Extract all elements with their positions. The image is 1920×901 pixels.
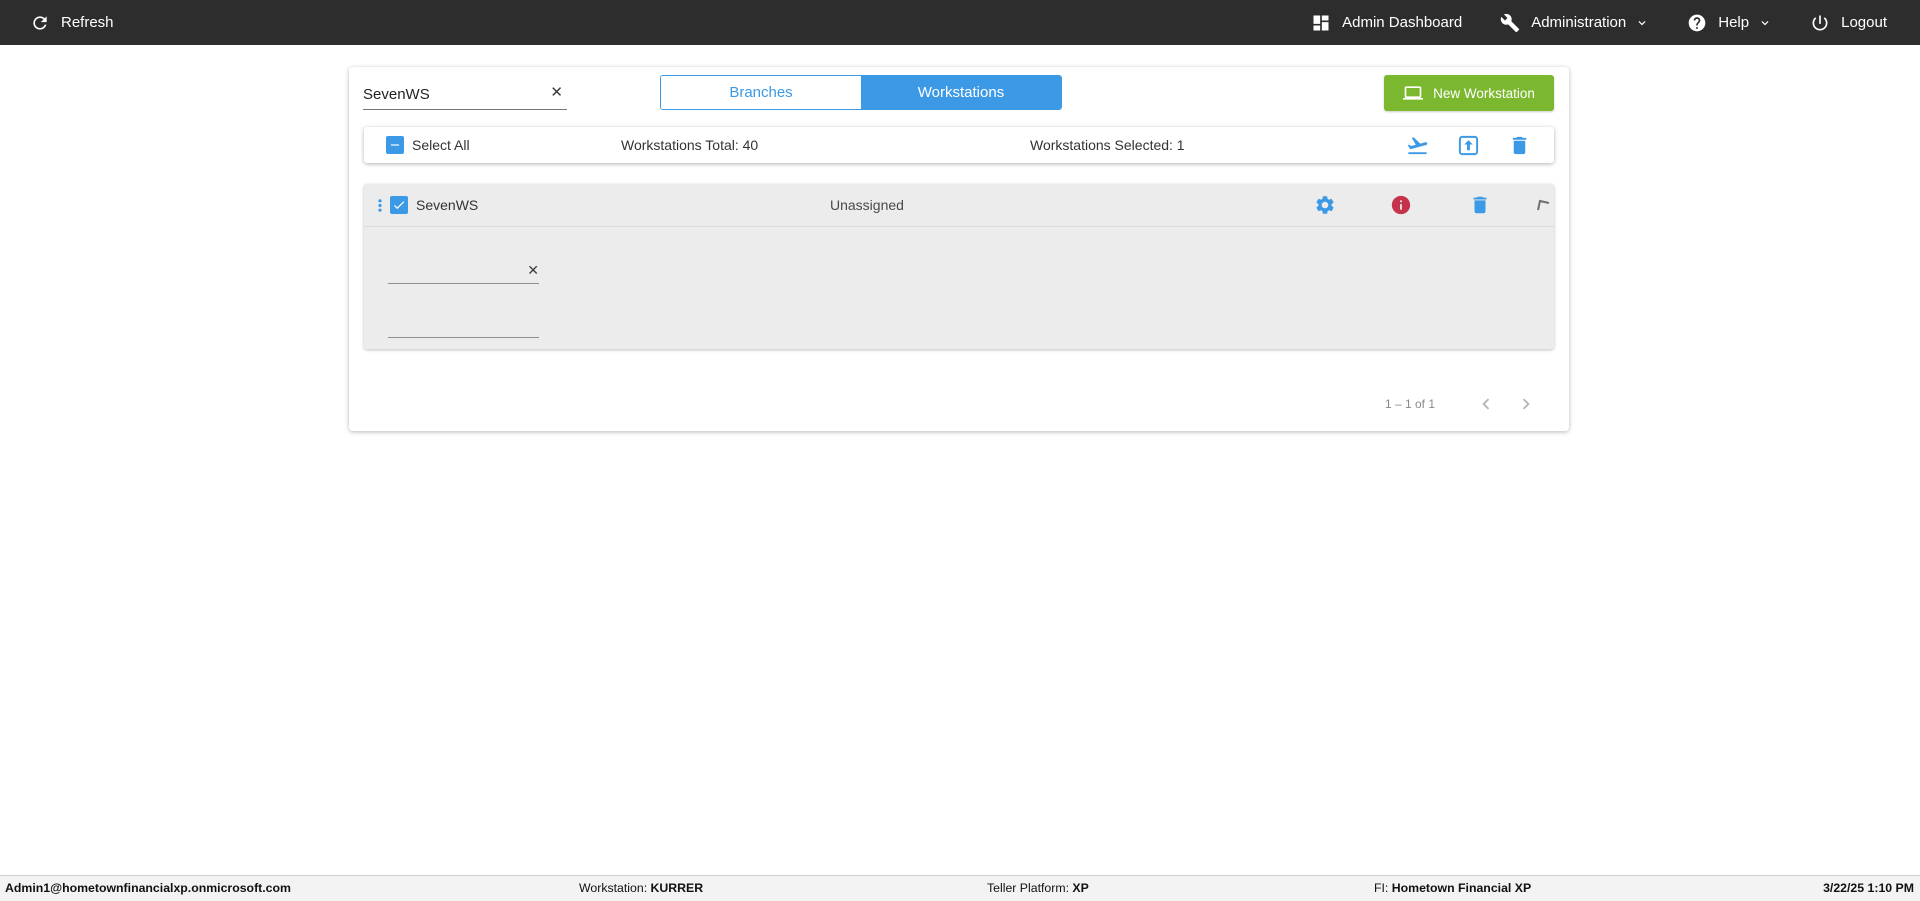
workstation-field-1-input[interactable] xyxy=(388,248,518,282)
search-field: ✕ xyxy=(363,80,567,110)
workstation-status-value: KURRER xyxy=(650,881,704,895)
workstation-assignment: Unassigned xyxy=(830,197,904,213)
previous-page-icon[interactable] xyxy=(1475,393,1497,415)
help-icon xyxy=(1687,13,1707,33)
workstation-row: SevenWS Unassigned xyxy=(364,184,1554,227)
status-bar: Admin1@hometownfinancialxp.onmicrosoft.c… xyxy=(0,875,1920,901)
chevron-down-icon xyxy=(1635,16,1649,30)
datetime-display: 3/22/25 1:10 PM xyxy=(1823,881,1914,895)
pagination-range-label: 1 – 1 of 1 xyxy=(1384,397,1435,411)
selection-toolbar: Select All Workstations Total: 40 Workst… xyxy=(364,127,1554,163)
fi-label: FI: xyxy=(1374,881,1392,895)
logout-button[interactable]: Logout xyxy=(1810,13,1887,33)
administration-label: Administration xyxy=(1531,14,1627,31)
wrench-icon xyxy=(1500,13,1520,33)
pagination: 1 – 1 of 1 xyxy=(1385,393,1537,415)
administration-menu[interactable]: Administration xyxy=(1500,13,1649,33)
refresh-button[interactable]: Refresh xyxy=(30,13,114,33)
power-icon xyxy=(1810,13,1830,33)
clear-search-icon[interactable]: ✕ xyxy=(550,85,563,100)
toolbar-actions xyxy=(1406,127,1531,163)
delete-workstation-icon[interactable] xyxy=(1469,194,1491,216)
logout-label: Logout xyxy=(1841,14,1887,31)
view-tabs: Branches Workstations xyxy=(660,75,1062,110)
teller-platform-status: Teller Platform: XP xyxy=(987,876,1089,901)
workstations-panel: ✕ Branches Workstations New Workstation … xyxy=(349,67,1569,431)
new-workstation-label: New Workstation xyxy=(1433,85,1535,101)
dashboard-icon xyxy=(1311,13,1331,33)
clear-field-icon[interactable]: ✕ xyxy=(527,263,539,277)
tab-workstations[interactable]: Workstations xyxy=(861,76,1061,109)
select-all-label: Select All xyxy=(412,137,470,153)
next-page-icon[interactable] xyxy=(1515,393,1537,415)
workstation-field-2 xyxy=(388,302,539,338)
chevron-down-icon xyxy=(1758,16,1772,30)
workstation-status: Workstation: KURRER xyxy=(579,876,703,901)
teller-platform-label: Teller Platform: xyxy=(987,881,1073,895)
teller-platform-value: XP xyxy=(1072,881,1089,895)
workstation-field-2-input[interactable] xyxy=(388,302,518,336)
corner-resize-icon[interactable] xyxy=(1535,197,1551,213)
delete-selected-icon[interactable] xyxy=(1508,134,1531,157)
help-menu[interactable]: Help xyxy=(1687,13,1772,33)
drag-handle-icon[interactable] xyxy=(372,195,388,216)
help-label: Help xyxy=(1718,14,1750,31)
refresh-icon xyxy=(30,13,50,33)
workstation-name: SevenWS xyxy=(416,197,479,213)
workstation-field-1: ✕ xyxy=(388,248,539,284)
workstation-checkbox[interactable] xyxy=(390,196,408,214)
settings-gear-icon[interactable] xyxy=(1314,194,1336,216)
indeterminate-icon xyxy=(390,144,400,146)
workstation-status-label: Workstation: xyxy=(579,881,651,895)
fi-value: Hometown Financial XP xyxy=(1391,881,1532,895)
refresh-label: Refresh xyxy=(61,14,114,31)
laptop-icon xyxy=(1403,86,1424,100)
top-bar: Refresh Admin Dashboard Administration H… xyxy=(0,0,1920,45)
admin-dashboard-button[interactable]: Admin Dashboard xyxy=(1311,13,1462,33)
logged-in-user: Admin1@hometownfinancialxp.onmicrosoft.c… xyxy=(5,881,291,895)
upload-icon[interactable] xyxy=(1457,134,1480,157)
new-workstation-button[interactable]: New Workstation xyxy=(1384,75,1554,111)
tab-branches[interactable]: Branches xyxy=(661,76,861,109)
flight-land-icon[interactable] xyxy=(1406,134,1429,157)
workstations-selected: Workstations Selected: 1 xyxy=(1030,137,1185,153)
info-icon[interactable] xyxy=(1390,194,1412,216)
workstations-total: Workstations Total: 40 xyxy=(621,137,759,153)
search-input[interactable] xyxy=(363,80,541,108)
fi-status: FI: Hometown Financial XP xyxy=(1374,876,1531,901)
admin-dashboard-label: Admin Dashboard xyxy=(1342,14,1463,31)
check-icon xyxy=(393,201,405,210)
workstation-card: SevenWS Unassigned ✕ xyxy=(364,184,1554,349)
select-all-checkbox[interactable] xyxy=(386,136,404,154)
